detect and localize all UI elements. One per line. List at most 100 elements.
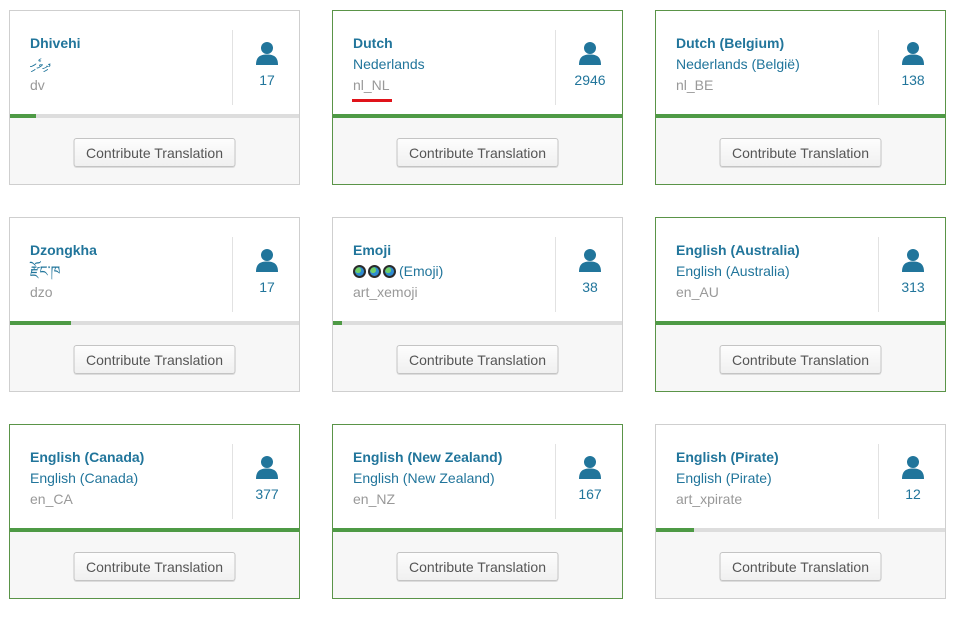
person-icon xyxy=(902,456,924,479)
card-header: English (New Zealand) English (New Zeala… xyxy=(333,425,622,528)
contributors-link[interactable]: 313 xyxy=(879,248,947,295)
card-header: Dutch (Belgium) Nederlands (België) nl_B… xyxy=(656,11,945,114)
globe-emoji-icon xyxy=(353,265,396,278)
card-footer: Contribute Translation xyxy=(656,532,945,598)
contributor-count: 167 xyxy=(578,486,602,502)
language-name-link[interactable]: Dhivehi xyxy=(30,33,227,54)
native-name: Nederlands xyxy=(353,56,425,72)
contribute-translation-button[interactable]: Contribute Translation xyxy=(396,345,559,374)
person-icon xyxy=(579,456,601,479)
contributor-count: 2946 xyxy=(574,72,606,88)
card-header: English (Pirate) English (Pirate) art_xp… xyxy=(656,425,945,528)
native-name: (Emoji) xyxy=(399,263,444,279)
person-icon xyxy=(579,249,601,272)
person-icon xyxy=(579,42,601,65)
contributor-count: 12 xyxy=(905,486,921,502)
locale-code: dv xyxy=(30,77,45,93)
globe-icon xyxy=(368,265,381,278)
card-header: Dzongkha རྫོང་ཁ dzo 17 xyxy=(10,218,299,321)
contributor-count: 313 xyxy=(901,279,925,295)
locale-names: Dhivehi ދިވެހި dv xyxy=(30,33,227,96)
locale-code: en_NZ xyxy=(353,491,396,507)
language-name-link[interactable]: Dutch xyxy=(353,33,550,54)
language-name-link[interactable]: Dutch (Belgium) xyxy=(676,33,873,54)
contributors-link[interactable]: 377 xyxy=(233,455,301,502)
locale-card: Emoji (Emoji) art_xemoji 38 Contribute T… xyxy=(332,217,623,392)
person-icon xyxy=(902,42,924,65)
language-name-link[interactable]: Dzongkha xyxy=(30,240,227,261)
language-name-link[interactable]: English (New Zealand) xyxy=(353,447,550,468)
card-footer: Contribute Translation xyxy=(333,532,622,598)
locale-card: Dutch (Belgium) Nederlands (België) nl_B… xyxy=(655,10,946,185)
highlight-underline xyxy=(352,99,392,102)
card-footer: Contribute Translation xyxy=(10,532,299,598)
native-name: ދިވެހި xyxy=(30,56,51,72)
locale-grid: Dhivehi ދިވެހި dv 17 Contribute Translat… xyxy=(0,0,959,617)
locale-names: English (Australia) English (Australia) … xyxy=(676,240,873,303)
contributor-count: 17 xyxy=(259,72,275,88)
person-icon xyxy=(256,456,278,479)
locale-card: English (Australia) English (Australia) … xyxy=(655,217,946,392)
card-footer: Contribute Translation xyxy=(333,118,622,184)
language-name-link[interactable]: Emoji xyxy=(353,240,550,261)
globe-icon xyxy=(353,265,366,278)
locale-names: Dutch (Belgium) Nederlands (België) nl_B… xyxy=(676,33,873,96)
locale-code: art_xemoji xyxy=(353,284,418,300)
locale-code: nl_NL xyxy=(353,77,390,93)
contribute-translation-button[interactable]: Contribute Translation xyxy=(73,345,236,374)
contributors-link[interactable]: 12 xyxy=(879,455,947,502)
locale-code: nl_BE xyxy=(676,77,714,93)
locale-names: English (Pirate) English (Pirate) art_xp… xyxy=(676,447,873,510)
card-header: Emoji (Emoji) art_xemoji 38 xyxy=(333,218,622,321)
native-name: Nederlands (België) xyxy=(676,56,800,72)
contributors-link[interactable]: 138 xyxy=(879,41,947,88)
language-name-link[interactable]: English (Canada) xyxy=(30,447,227,468)
card-header: English (Canada) English (Canada) en_CA … xyxy=(10,425,299,528)
locale-card: Dutch Nederlands nl_NL 2946 Contribute T… xyxy=(332,10,623,185)
person-icon xyxy=(256,249,278,272)
contributors-link[interactable]: 167 xyxy=(556,455,624,502)
contribute-translation-button[interactable]: Contribute Translation xyxy=(73,138,236,167)
contribute-translation-button[interactable]: Contribute Translation xyxy=(719,138,882,167)
locale-card: English (New Zealand) English (New Zeala… xyxy=(332,424,623,599)
contribute-translation-button[interactable]: Contribute Translation xyxy=(719,552,882,581)
locale-names: Dzongkha རྫོང་ཁ dzo xyxy=(30,240,227,303)
native-name-row: (Emoji) xyxy=(353,261,550,282)
contributor-count: 377 xyxy=(255,486,279,502)
native-name: English (Australia) xyxy=(676,263,790,279)
card-footer: Contribute Translation xyxy=(656,325,945,391)
contributors-link[interactable]: 38 xyxy=(556,248,624,295)
card-footer: Contribute Translation xyxy=(333,325,622,391)
contributor-count: 17 xyxy=(259,279,275,295)
language-name-link[interactable]: English (Australia) xyxy=(676,240,873,261)
contribute-translation-button[interactable]: Contribute Translation xyxy=(73,552,236,581)
locale-card: Dzongkha རྫོང་ཁ dzo 17 Contribute Transl… xyxy=(9,217,300,392)
native-name: English (Pirate) xyxy=(676,470,772,486)
locale-code: en_CA xyxy=(30,491,73,507)
card-footer: Contribute Translation xyxy=(10,118,299,184)
locale-code: en_AU xyxy=(676,284,719,300)
language-name-link[interactable]: English (Pirate) xyxy=(676,447,873,468)
locale-card: English (Pirate) English (Pirate) art_xp… xyxy=(655,424,946,599)
contributors-link[interactable]: 17 xyxy=(233,248,301,295)
card-header: English (Australia) English (Australia) … xyxy=(656,218,945,321)
native-name: English (New Zealand) xyxy=(353,470,495,486)
locale-code: dzo xyxy=(30,284,53,300)
locale-names: Dutch Nederlands nl_NL xyxy=(352,33,550,102)
person-icon xyxy=(256,42,278,65)
native-name: English (Canada) xyxy=(30,470,139,486)
locale-code: art_xpirate xyxy=(676,491,743,507)
contributors-link[interactable]: 17 xyxy=(233,41,301,88)
card-footer: Contribute Translation xyxy=(10,325,299,391)
locale-names: Emoji (Emoji) art_xemoji xyxy=(353,240,550,303)
contribute-translation-button[interactable]: Contribute Translation xyxy=(719,345,882,374)
contributor-count: 138 xyxy=(901,72,925,88)
locale-card: English (Canada) English (Canada) en_CA … xyxy=(9,424,300,599)
contribute-translation-button[interactable]: Contribute Translation xyxy=(396,138,559,167)
locale-code-wrap: nl_NL xyxy=(352,75,550,102)
card-footer: Contribute Translation xyxy=(656,118,945,184)
locale-card: Dhivehi ދިވެހި dv 17 Contribute Translat… xyxy=(9,10,300,185)
person-icon xyxy=(902,249,924,272)
contribute-translation-button[interactable]: Contribute Translation xyxy=(396,552,559,581)
contributors-link[interactable]: 2946 xyxy=(556,41,624,88)
